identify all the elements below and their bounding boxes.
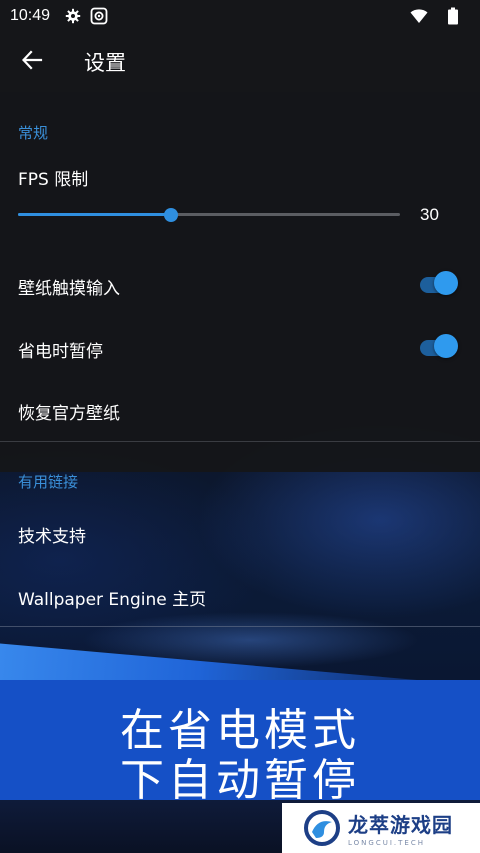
watermark-name-en: LONGCUI.TECH bbox=[348, 839, 425, 847]
switch-thumb bbox=[434, 334, 458, 358]
section-title-general: 常规 bbox=[18, 124, 49, 142]
tech-support-link[interactable]: 技术支持 bbox=[18, 522, 86, 547]
arrow-left-icon bbox=[21, 49, 43, 75]
fps-limit-label: FPS 限制 bbox=[18, 170, 89, 190]
app-toolbar: 设置 bbox=[0, 32, 480, 92]
section-title-links: 有用链接 bbox=[18, 473, 79, 491]
fps-slider-thumb[interactable] bbox=[163, 208, 178, 222]
gear-icon bbox=[64, 7, 82, 25]
fps-slider-fill bbox=[18, 213, 171, 216]
status-time: 10:49 bbox=[10, 7, 51, 24]
touch-input-label[interactable]: 壁纸触摸输入 bbox=[18, 274, 120, 299]
watermark-logo: 龙萃游戏园 LONGCUI.TECH bbox=[282, 803, 480, 853]
settings-panel: 常规 FPS 限制 30 壁纸触摸输入 省电时暂停 恢复官方壁纸 bbox=[0, 92, 480, 472]
page-title: 设置 bbox=[84, 51, 126, 75]
links-divider bbox=[0, 626, 480, 627]
dragon-logo-icon bbox=[304, 810, 340, 846]
camera-settings-icon bbox=[90, 7, 108, 25]
fps-value: 30 bbox=[420, 205, 439, 224]
watermark-name-cn: 龙萃游戏园 bbox=[348, 813, 453, 837]
back-button[interactable] bbox=[0, 32, 64, 92]
restore-official-wallpaper-item[interactable]: 恢复官方壁纸 bbox=[18, 399, 120, 424]
banner-line-2: 下自动暂停 bbox=[120, 755, 360, 806]
wifi-icon bbox=[410, 7, 428, 25]
wallpaper-engine-homepage-link[interactable]: Wallpaper Engine 主页 bbox=[18, 585, 206, 610]
touch-input-switch[interactable] bbox=[420, 271, 458, 299]
section-divider bbox=[0, 441, 480, 442]
power-save-pause-switch[interactable] bbox=[420, 334, 458, 362]
status-bar: 10:49 bbox=[0, 0, 480, 32]
promo-banner: 在省电模式 下自动暂停 bbox=[0, 680, 480, 806]
switch-thumb bbox=[434, 271, 458, 295]
power-save-pause-label[interactable]: 省电时暂停 bbox=[18, 337, 103, 362]
battery-icon bbox=[444, 7, 462, 25]
